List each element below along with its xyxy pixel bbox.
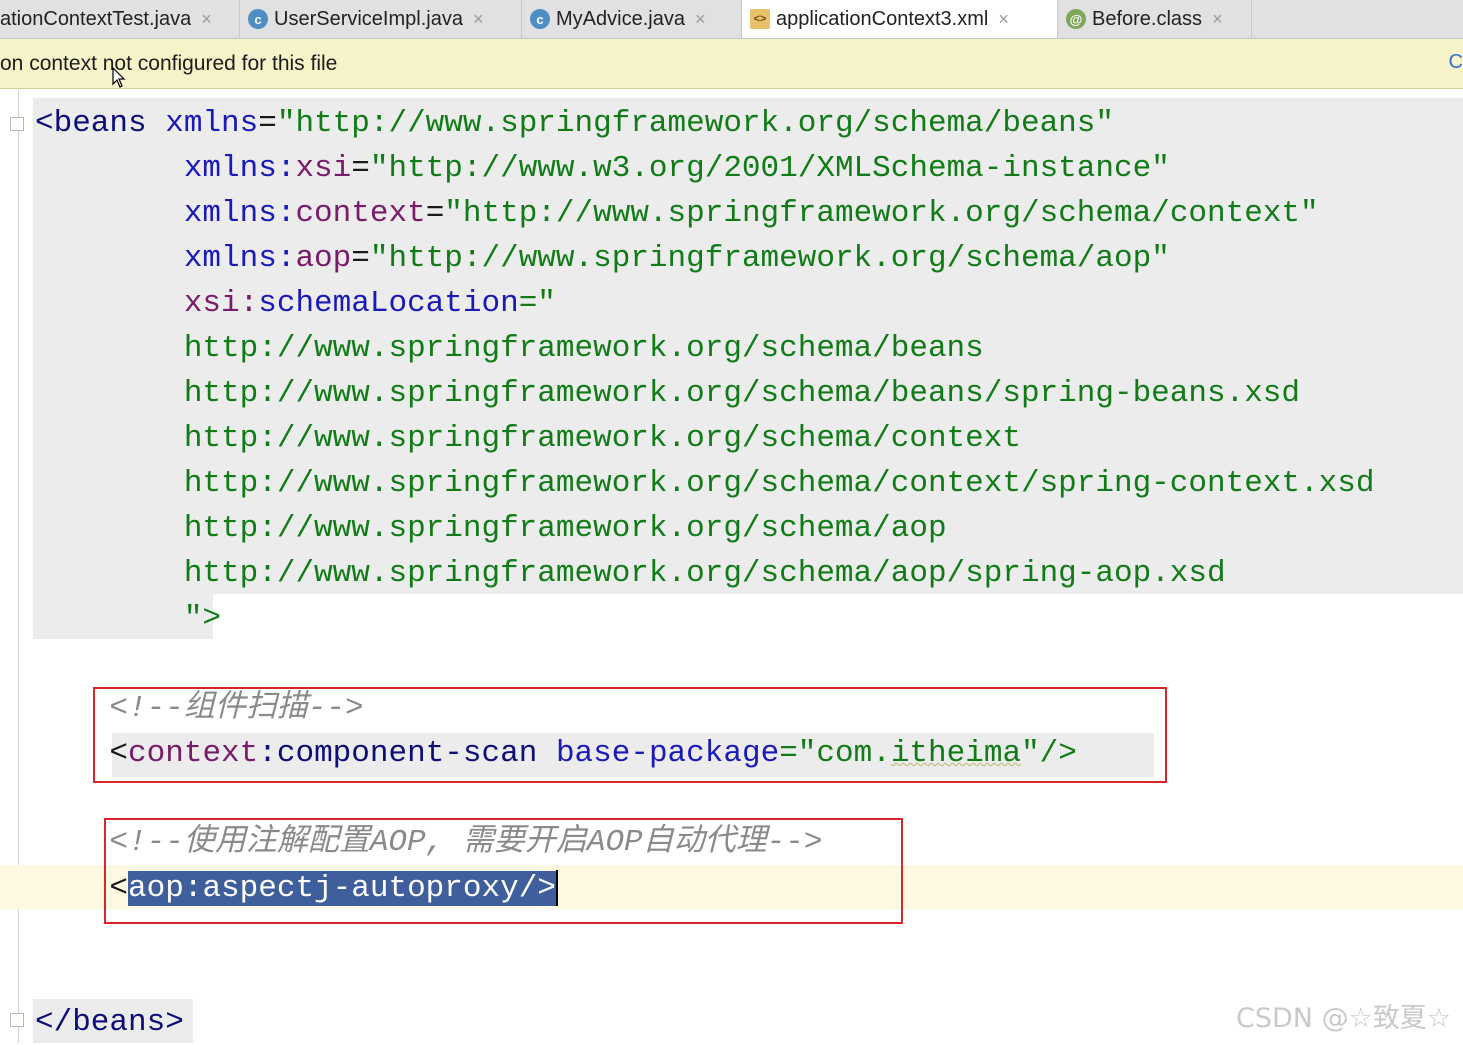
class-file-icon: c bbox=[248, 9, 268, 29]
code-line[interactable]: <beans xmlns="http://www.springframework… bbox=[35, 101, 1114, 146]
tab-user-service-impl[interactable]: c UserServiceImpl.java × bbox=[240, 0, 522, 38]
schema-url: http://www.springframework.org/schema/co… bbox=[183, 421, 1021, 456]
notification-text: on context not configured for this file bbox=[0, 52, 338, 75]
fold-marker-icon[interactable] bbox=[10, 1013, 24, 1027]
schema-location-attr: schemaLocation bbox=[258, 286, 519, 321]
schema-url: http://www.springframework.org/schema/ao… bbox=[183, 556, 1226, 591]
code-line[interactable]: xmlns:context="http://www.springframewor… bbox=[35, 191, 1319, 236]
close-icon[interactable]: × bbox=[201, 9, 212, 30]
tab-label: ationContextTest.java bbox=[0, 7, 192, 30]
schema-url: http://www.springframework.org/schema/be… bbox=[183, 331, 984, 366]
ns-prefix: xmlns: bbox=[183, 196, 296, 231]
mouse-cursor-icon bbox=[112, 67, 126, 88]
xmlns-attr: xmlns bbox=[165, 106, 259, 141]
ns-prefix: xmlns: bbox=[183, 241, 296, 276]
xsi-value: "http://www.w3.org/2001/XMLSchema-instan… bbox=[369, 151, 1170, 186]
context-value: "http://www.springframework.org/schema/c… bbox=[444, 196, 1319, 231]
watermark: CSDN @☆致夏☆ bbox=[1236, 1003, 1451, 1034]
beans-open-tag: <beans bbox=[35, 106, 147, 141]
schema-url: http://www.springframework.org/schema/ao… bbox=[183, 511, 947, 546]
code-line[interactable]: xsi:schemaLocation=" bbox=[35, 281, 556, 326]
xsi-ns: xsi bbox=[295, 151, 352, 186]
tab-before-class[interactable]: @ Before.class × bbox=[1058, 0, 1252, 38]
code-line[interactable]: http://www.springframework.org/schema/co… bbox=[35, 461, 1375, 506]
code-line[interactable]: </beans> bbox=[35, 1000, 184, 1045]
code-line[interactable]: http://www.springframework.org/schema/ao… bbox=[35, 506, 947, 551]
ns-prefix: xmlns: bbox=[183, 151, 296, 186]
close-icon[interactable]: × bbox=[998, 9, 1009, 30]
equals: = bbox=[258, 106, 277, 141]
equals: = bbox=[351, 241, 370, 276]
close-icon[interactable]: × bbox=[1212, 9, 1223, 30]
tab-application-context-test[interactable]: ationContextTest.java × bbox=[0, 0, 240, 38]
schema-url: http://www.springframework.org/schema/co… bbox=[183, 466, 1375, 501]
class-file-icon: c bbox=[530, 9, 550, 29]
xsi-prefix: xsi: bbox=[183, 286, 259, 321]
equals: = bbox=[351, 151, 370, 186]
close-icon[interactable]: × bbox=[473, 9, 484, 30]
schema-close: "> bbox=[183, 601, 222, 636]
code-line[interactable]: http://www.springframework.org/schema/be… bbox=[35, 371, 1300, 416]
equals: = bbox=[425, 196, 445, 231]
tab-label: MyAdvice.java bbox=[556, 7, 685, 30]
tab-my-advice[interactable]: c MyAdvice.java × bbox=[522, 0, 742, 38]
tab-label: UserServiceImpl.java bbox=[274, 7, 463, 30]
code-line[interactable]: http://www.springframework.org/schema/ao… bbox=[35, 551, 1226, 596]
editor-tab-bar: ationContextTest.java × c UserServiceImp… bbox=[0, 0, 1463, 39]
xml-file-icon: <> bbox=[750, 9, 770, 29]
notification-link[interactable]: C bbox=[1449, 51, 1463, 74]
code-line[interactable]: http://www.springframework.org/schema/co… bbox=[35, 416, 1021, 461]
xmlns-value: "http://www.springframework.org/schema/b… bbox=[276, 106, 1114, 141]
tab-application-context3[interactable]: <> applicationContext3.xml × bbox=[742, 0, 1058, 38]
aop-value: "http://www.springframework.org/schema/a… bbox=[369, 241, 1170, 276]
close-icon[interactable]: × bbox=[695, 9, 706, 30]
fold-marker-icon[interactable] bbox=[10, 117, 24, 131]
schema-url: http://www.springframework.org/schema/be… bbox=[183, 376, 1301, 411]
tab-label: Before.class bbox=[1092, 7, 1203, 30]
annotation-box-scan bbox=[93, 687, 1167, 783]
beans-close-tag: </beans> bbox=[35, 1005, 184, 1040]
aop-ns: aop bbox=[295, 241, 352, 276]
annotation-box-aop bbox=[104, 818, 903, 924]
schema-open: =" bbox=[518, 286, 556, 321]
code-line[interactable]: xmlns:xsi="http://www.w3.org/2001/XMLSch… bbox=[35, 146, 1170, 191]
context-ns: context bbox=[295, 196, 426, 231]
code-line[interactable]: "> bbox=[35, 596, 221, 641]
tab-label: applicationContext3.xml bbox=[776, 7, 989, 30]
code-line[interactable]: xmlns:aop="http://www.springframework.or… bbox=[35, 236, 1170, 281]
code-line[interactable]: http://www.springframework.org/schema/be… bbox=[35, 326, 984, 371]
notification-bar: on context not configured for this file … bbox=[0, 39, 1463, 89]
annotation-class-icon: @ bbox=[1066, 9, 1086, 29]
